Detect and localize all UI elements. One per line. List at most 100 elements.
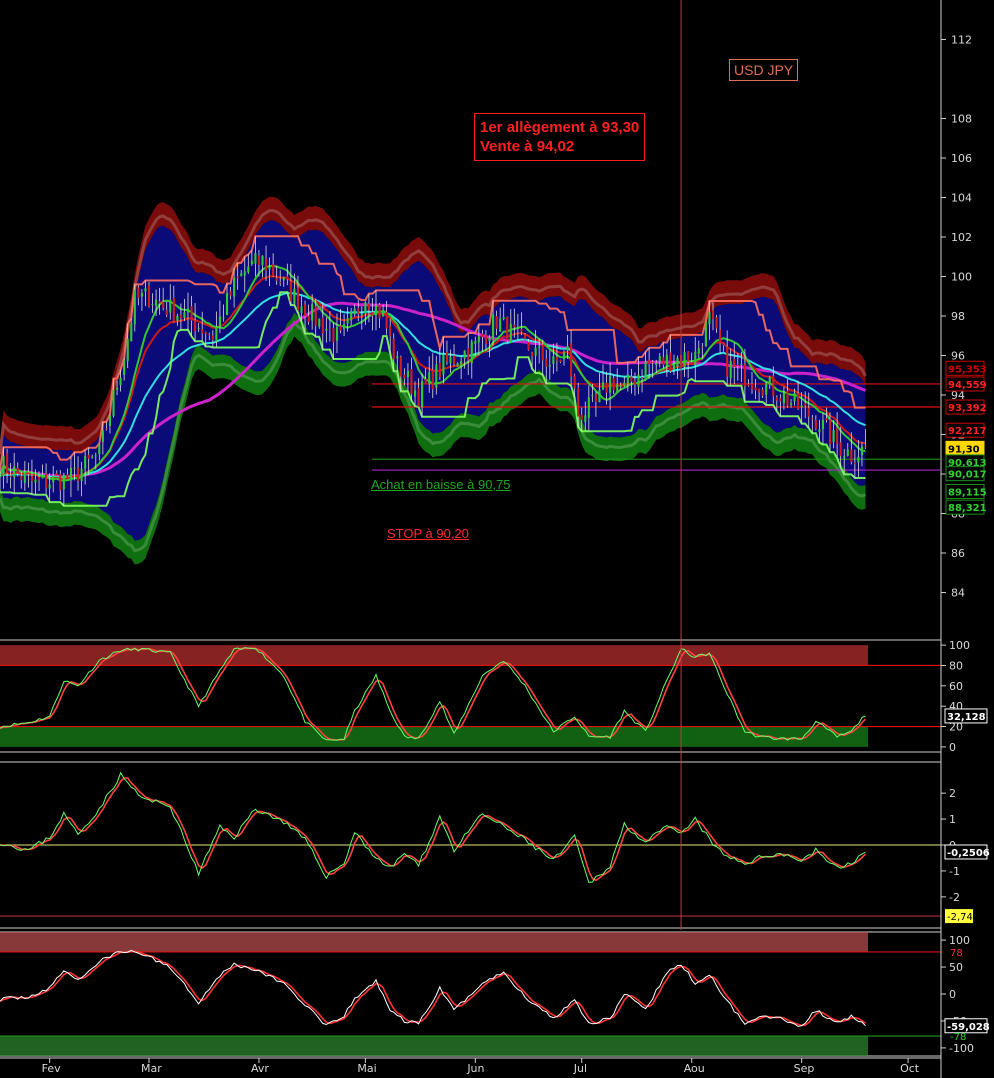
candle-body [470, 341, 473, 364]
candle-body [406, 370, 409, 378]
candle-body [73, 467, 76, 469]
candle-body [225, 293, 229, 316]
candle-body [442, 354, 445, 375]
candle-body [669, 352, 672, 372]
candle-body [804, 403, 807, 406]
candle-body [506, 316, 509, 341]
candle-body [676, 357, 679, 368]
candle-body [648, 359, 651, 365]
osc-tick-label: 2 [949, 787, 956, 800]
candle-body [218, 316, 221, 327]
candle-body [651, 361, 654, 363]
candle-body [367, 303, 370, 311]
candle-body [779, 398, 782, 402]
last-value-text: 32,128 [947, 712, 986, 723]
candle-body [233, 277, 236, 297]
candle-body [144, 288, 147, 292]
price-tick-label: 96 [951, 350, 965, 363]
candle-body [704, 322, 707, 347]
candle-body [23, 471, 26, 483]
candle-body [2, 456, 5, 477]
candle-body [559, 359, 562, 362]
candle-body [800, 405, 803, 408]
zone-band-1 [0, 1036, 868, 1056]
candle-body [850, 449, 853, 463]
candle-body [616, 384, 619, 393]
candle-body [566, 345, 569, 351]
candle-body [687, 351, 690, 362]
candle-body [289, 281, 292, 302]
candle-body [123, 360, 126, 376]
candle-body [204, 332, 207, 335]
candle-body [240, 273, 243, 276]
candle-body [332, 328, 335, 343]
price-tick-label: 100 [951, 271, 972, 284]
candle-body [424, 379, 427, 384]
candle-body [247, 266, 250, 273]
candle-body [275, 278, 278, 281]
osc-tick-label: 100 [949, 639, 970, 652]
candle-body [761, 389, 764, 396]
candle-body [719, 329, 722, 343]
candle-body [421, 380, 424, 407]
candle-body [339, 325, 342, 331]
candle-body [243, 271, 246, 276]
candle-body [84, 456, 87, 469]
symbol-label: USD JPY [729, 59, 799, 81]
candle-body [119, 377, 122, 385]
candle-body [272, 264, 275, 277]
candle-body [715, 317, 718, 329]
candle-body [211, 335, 214, 340]
candle-body [747, 384, 750, 386]
candle-body [736, 364, 739, 366]
candle-body [598, 389, 601, 403]
level-tag-text: 78 [950, 948, 963, 959]
osc-tick-label: 80 [949, 659, 963, 672]
candle-body [48, 484, 51, 489]
candle-body [531, 352, 534, 357]
candle-body [296, 287, 300, 311]
zone-band-0 [0, 645, 868, 666]
candle-body [115, 387, 119, 390]
candle-body [41, 475, 44, 479]
candle-body [325, 328, 328, 331]
candle-body [612, 377, 615, 391]
candle-body [630, 376, 633, 382]
price-tick-label: 98 [951, 310, 965, 323]
candle-body [303, 304, 307, 317]
candle-body [523, 334, 527, 340]
candle-body [814, 420, 817, 430]
candle-body [836, 427, 839, 445]
candle-body [360, 314, 363, 316]
candle-body [502, 317, 505, 319]
candle-body [197, 328, 200, 330]
candle-body [445, 352, 449, 362]
candle-body [690, 362, 693, 364]
trade-note-line1: 1er allègement à 93,30 [480, 119, 640, 136]
candle-body [541, 344, 544, 361]
candle-body [832, 430, 835, 442]
candle-body [726, 346, 729, 377]
candle-body [584, 415, 587, 422]
price-tick-label: 112 [951, 34, 972, 47]
candle-body [545, 359, 548, 367]
candle-body [169, 299, 172, 313]
candle-body [158, 301, 161, 304]
candle-body [605, 382, 608, 393]
candle-body [282, 277, 285, 281]
candle-body [201, 329, 204, 334]
osc-tick-label: 0 [949, 988, 956, 1001]
candle-body [701, 346, 704, 348]
candle-body [80, 468, 83, 481]
candle-body [343, 324, 346, 330]
candle-body [27, 472, 30, 474]
candle-body [229, 291, 232, 296]
x-tick-label: Mai [357, 1062, 376, 1075]
candle-body [155, 299, 158, 306]
candle-body [708, 312, 711, 324]
candle-body [435, 364, 438, 388]
candle-body [371, 311, 374, 316]
candle-body [722, 343, 725, 346]
candle-body [13, 466, 16, 478]
candle-body [591, 395, 594, 397]
